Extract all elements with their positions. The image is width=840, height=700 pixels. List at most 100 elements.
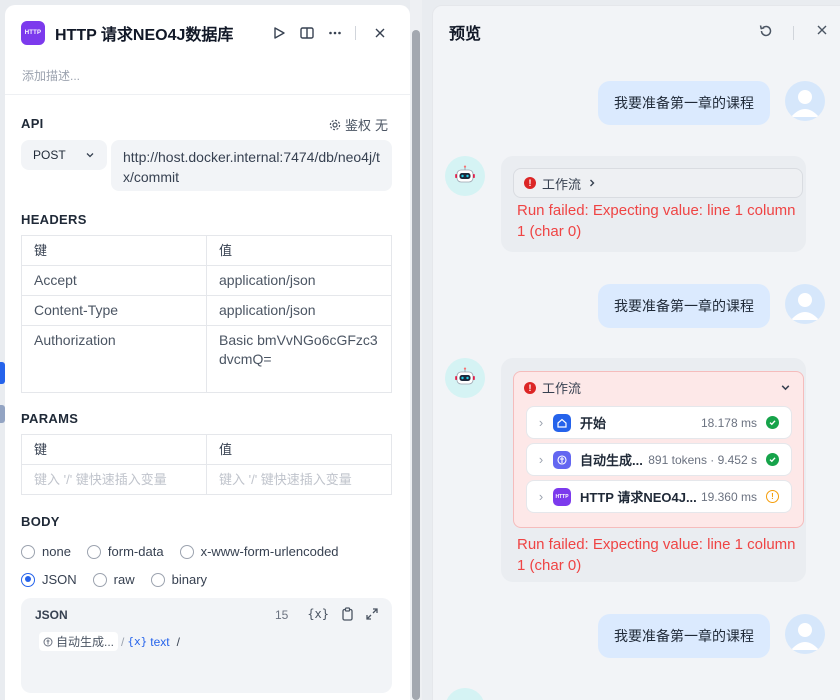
node-title[interactable]: HTTP 请求NEO4J数据库 [55,21,233,45]
variable-name: {x} text [127,635,169,649]
copy-icon[interactable] [341,607,354,621]
user-avatar-icon [791,90,819,117]
workflow-header[interactable]: ! 工作流 [524,378,581,397]
param-key-input[interactable]: 键入 '/' 键快速插入变量 [21,464,207,495]
radio-json[interactable]: JSON [21,572,77,587]
method-select[interactable]: POST [21,140,107,170]
scrollbar-thumb[interactable] [412,30,420,700]
radio-label: binary [171,572,208,587]
col-value-header: 值 [206,434,392,465]
col-key-header: 键 [21,434,207,465]
user-message-bubble: 我要准备第一章的课程 [598,81,770,125]
header-key-cell[interactable]: Accept [21,265,207,296]
close-preview-button[interactable] [816,23,828,39]
radio-circle [21,544,35,559]
api-section-label: API [21,116,44,131]
auth-value: 无 [374,118,388,133]
user-avatar [785,284,825,324]
node-duration: 18.178 ms [700,415,757,430]
radio-none[interactable]: none [21,544,71,559]
radio-label: form-data [107,544,164,559]
json-editor[interactable]: JSON 15 {x} 自动生成... / {x} text / [21,598,392,693]
radio-raw[interactable]: raw [92,572,135,587]
table-row: Accept application/json [21,265,392,296]
reset-button[interactable] [758,23,774,42]
radio-binary[interactable]: binary [150,572,208,587]
user-message-bubble: 我要准备第一章的课程 [598,284,770,328]
params-table: 键 值 键入 '/' 键快速插入变量 键入 '/' 键快速插入变量 [21,434,392,495]
chevron-right-icon: › [538,452,544,467]
header-actions [265,22,394,44]
workflow-toggle[interactable]: ! 工作流 [513,168,803,198]
node-name: 自动生成... [580,453,643,468]
more-button[interactable] [321,22,349,44]
user-avatar-icon [791,293,819,320]
radio-label: x-www-form-urlencoded [200,544,339,559]
header-key-cell[interactable]: Authorization [21,325,207,393]
table-header-row: 键 值 [21,434,392,465]
json-variable-reference[interactable]: 自动生成... / {x} text / [39,632,180,651]
chevron-down-icon [86,153,94,158]
header-key-cell[interactable]: Content-Type [21,295,207,326]
variable-source-node: 自动生成... [39,632,119,651]
col-key-header: 键 [21,235,207,266]
header-divider [793,26,794,40]
description-input[interactable]: 添加描述... [22,67,80,84]
auth-button[interactable]: 鉴权 无 [329,115,388,134]
col-value-header: 值 [206,235,392,266]
error-message: Run failed: Expecting value: line 1 colu… [517,536,796,574]
workflow-node-row[interactable]: › 自动生成... 891 tokens · 9.452 s [526,443,792,476]
node-config-panel: HTTP HTTP 请求NEO4J数据库 添加描述... API 鉴权 无 PO… [5,5,410,700]
user-avatar [785,614,825,654]
close-icon [375,28,385,38]
workflow-label: 工作流 [542,176,582,192]
error-icon: ! [524,381,536,394]
bot-avatar [445,358,485,398]
divider [5,94,410,95]
node-header: HTTP HTTP 请求NEO4J数据库 [21,20,233,46]
radio-circle [179,544,194,559]
run-button[interactable] [265,22,293,44]
workflow-node-row[interactable]: › HTTP HTTP 请求NEO4J... 19.360 ms ! [526,480,792,513]
preview-title: 预览 [449,26,482,43]
auth-label: 鉴权 [344,118,371,133]
workflow-node-row[interactable]: › 开始 18.178 ms [526,406,792,439]
table-row: 键入 '/' 键快速插入变量 键入 '/' 键快速插入变量 [21,464,392,495]
radio-label: none [42,544,71,559]
insert-variable-icon[interactable]: {x} [307,607,329,621]
table-row: Authorization Basic bmVvNGo6cGFzc3dvcmQ= [21,325,392,393]
headers-table: 键 值 Accept application/json Content-Type… [21,235,392,393]
error-icon: ! [524,177,536,189]
chevron-right-icon [590,179,595,187]
split-view-button[interactable] [293,22,321,44]
method-value: POST [33,148,66,162]
variable-name-label: text [150,634,170,649]
bot-message-card: ! 工作流 › 开始 18.178 ms › 自动生成... 891 token… [501,358,806,582]
header-value-cell[interactable]: application/json [206,295,392,326]
radio-x-www-form-urlencoded[interactable]: x-www-form-urlencoded [179,544,339,559]
param-value-input[interactable]: 键入 '/' 键快速插入变量 [206,464,392,495]
header-value-cell[interactable]: Basic bmVvNGo6cGFzc3dvcmQ= [206,325,392,393]
error-message: Run failed: Expecting value: line 1 colu… [517,202,796,240]
header-value-cell[interactable]: application/json [206,265,392,296]
bot-message-card: ! 工作流 Run failed: Expecting value: line … [501,156,806,252]
expand-icon[interactable] [366,608,378,620]
json-char-count: 15 [275,608,289,622]
body-type-radios: none form-data x-www-form-urlencoded [21,544,355,559]
bot-avatar [445,688,485,700]
robot-icon [455,367,475,385]
chevron-down-icon[interactable] [780,382,791,393]
radio-form-data[interactable]: form-data [86,544,164,559]
params-section-label: PARAMS [21,411,79,426]
gear-icon [329,119,341,130]
chevron-right-icon: › [538,415,544,430]
user-avatar [785,81,825,121]
user-avatar-icon [791,623,819,650]
llm-node-icon [43,637,53,646]
node-name: 开始 [580,416,607,431]
close-button[interactable] [366,22,394,44]
close-icon [817,25,827,35]
table-header-row: 键 值 [21,235,392,266]
url-input[interactable]: http://host.docker.internal:7474/db/neo4… [111,140,392,191]
http-icon: HTTP [21,21,45,45]
